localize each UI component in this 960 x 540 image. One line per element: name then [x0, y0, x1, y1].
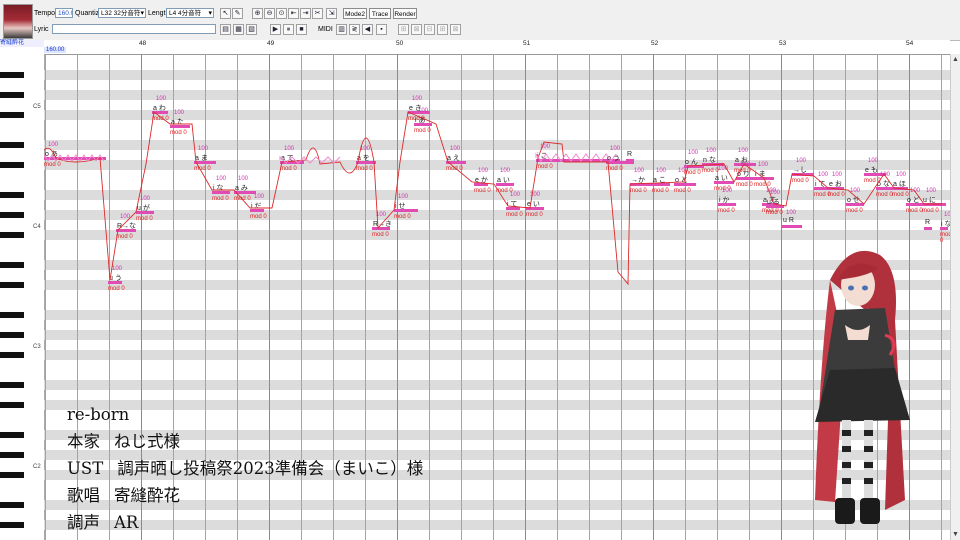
octave-label: C4 [33, 224, 41, 230]
toolbar: Tempo 160.0 Quantize L32 32分音符 Length L4… [0, 0, 960, 41]
lyric-input[interactable] [52, 24, 216, 34]
credit-line: re-born [67, 401, 423, 428]
measure-ruler[interactable]: 48 49 50 51 52 53 54 [44, 40, 950, 55]
credit-line: 調声 AR [67, 509, 423, 536]
zoom-reset-icon[interactable]: ⊙ [276, 8, 287, 19]
measure-number: 52 [651, 40, 659, 47]
measure-number: 48 [139, 40, 147, 47]
credit-line: UST 調声晒し投稿祭2023準備会（まいこ）様 [67, 455, 423, 482]
grid-icon-3[interactable]: ⊟ [424, 24, 435, 35]
credit-label: 調声 [67, 513, 100, 532]
go-start-icon[interactable]: ⇤ [288, 8, 299, 19]
black-key[interactable] [0, 452, 24, 458]
expand-icon[interactable]: ⇲ [326, 8, 337, 19]
zoom-in-icon[interactable]: ⊕ [252, 8, 263, 19]
credit-label: 本家 [67, 432, 100, 451]
black-key[interactable] [0, 502, 24, 508]
quantize-select[interactable]: L32 32分音符 [98, 8, 146, 18]
track-name[interactable]: 寄縫酔花 [0, 40, 44, 47]
credit-line: 歌唱 寄縫酔花 [67, 482, 423, 509]
open-folder-icon[interactable]: ▤ [220, 24, 231, 35]
vertical-scrollbar[interactable]: ▲ ▼ [950, 54, 960, 540]
measure-number: 49 [267, 40, 275, 47]
black-key[interactable] [0, 282, 24, 288]
record-icon[interactable]: ▪ [376, 24, 387, 35]
tempo-input[interactable]: 160.0 [55, 8, 73, 18]
credit-label: re-born [67, 405, 130, 424]
black-key[interactable] [0, 212, 24, 218]
black-key[interactable] [0, 262, 24, 268]
pencil-tool-icon[interactable]: ✎ [232, 8, 243, 19]
trace-button[interactable]: Trace [369, 8, 391, 19]
pointer-tool-icon[interactable]: ↖ [220, 8, 231, 19]
black-key[interactable] [0, 382, 24, 388]
black-key[interactable] [0, 312, 24, 318]
speaker-icon[interactable]: ◀ [362, 24, 373, 35]
tempo-marker[interactable]: 160.00 [44, 47, 67, 53]
grid-icon-4[interactable]: ⊞ [437, 24, 448, 35]
go-end-icon[interactable]: ⇥ [300, 8, 311, 19]
mode2-button[interactable]: Mode2 [343, 8, 367, 19]
credit-line: 本家 ねじ式様 [67, 428, 423, 455]
tempo-label: Tempo [34, 10, 56, 17]
cut-icon[interactable]: ✂ [312, 8, 323, 19]
singer-character-illustration [815, 250, 910, 524]
credit-value: AR [114, 513, 139, 532]
measure-number: 54 [906, 40, 914, 47]
black-key[interactable] [0, 232, 24, 238]
singer-avatar[interactable] [3, 4, 33, 39]
grid-icon-1[interactable]: ⊞ [398, 24, 409, 35]
black-key[interactable] [0, 72, 24, 78]
black-key[interactable] [0, 402, 24, 408]
metronome-icon[interactable]: ≷ [349, 24, 360, 35]
measure-number: 51 [523, 40, 531, 47]
save-icon[interactable]: ▦ [233, 24, 244, 35]
credit-value: 調声晒し投稿祭2023準備会（まいこ）様 [117, 459, 424, 478]
render-button[interactable]: Render [393, 8, 417, 19]
play-icon[interactable]: ▶ [270, 24, 281, 35]
save-as-icon[interactable]: ▧ [246, 24, 257, 35]
credits-overlay: re-born 本家 ねじ式様 UST 調声晒し投稿祭2023準備会（まいこ）様 歌… [67, 401, 423, 536]
black-key[interactable] [0, 432, 24, 438]
credit-value: ねじ式様 [114, 432, 180, 451]
scroll-up-icon[interactable]: ▲ [952, 56, 959, 63]
black-key[interactable] [0, 522, 24, 528]
grid-icon-5[interactable]: ⊠ [450, 24, 461, 35]
black-key[interactable] [0, 192, 24, 198]
measure-number: 50 [396, 40, 404, 47]
length-select[interactable]: L4 4分音符 [166, 8, 214, 18]
black-key[interactable] [0, 472, 24, 478]
piano-keyboard[interactable]: C5 C4 C3 C2 [0, 54, 45, 540]
credit-value: 寄縫酔花 [114, 486, 180, 505]
grid-icon-2[interactable]: ⊠ [411, 24, 422, 35]
black-key[interactable] [0, 162, 24, 168]
midi-input-icon[interactable]: ▥ [336, 24, 347, 35]
lyric-label: Lyric [34, 26, 49, 33]
black-key[interactable] [0, 92, 24, 98]
scroll-down-icon[interactable]: ▼ [952, 531, 959, 538]
stop-icon[interactable]: ■ [296, 24, 307, 35]
black-key[interactable] [0, 352, 24, 358]
measure-number: 53 [779, 40, 787, 47]
black-key[interactable] [0, 332, 24, 338]
credit-label: 歌唱 [67, 486, 100, 505]
black-key[interactable] [0, 112, 24, 118]
credit-label: UST [67, 459, 104, 478]
zoom-out-icon[interactable]: ⊖ [264, 8, 275, 19]
midi-label: MIDI [318, 26, 333, 33]
octave-label: C3 [33, 344, 41, 350]
black-key[interactable] [0, 142, 24, 148]
octave-label: C2 [33, 464, 41, 470]
pause-icon[interactable]: ⏸ [283, 24, 294, 35]
octave-label: C5 [33, 104, 41, 110]
